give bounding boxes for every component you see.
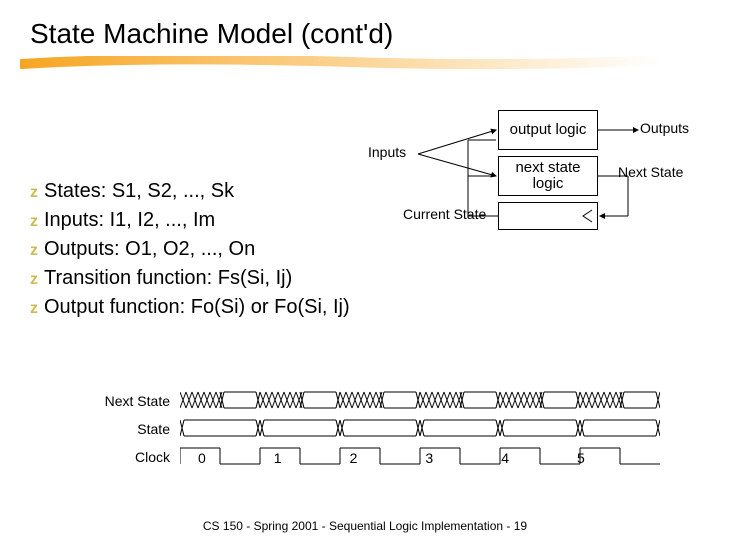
bullet-text: Transition function: Fs(Si, Ij) [44, 267, 292, 289]
bullet-icon: z [30, 242, 38, 259]
clock-ticks: 0 1 2 3 4 5 [198, 450, 585, 470]
list-item: z Inputs: I1, I2, ..., Im [30, 209, 350, 232]
outputs-label: Outputs [640, 120, 689, 136]
bullet-icon: z [30, 271, 38, 288]
tick: 3 [425, 450, 433, 470]
next-state-label: Next State [618, 164, 683, 180]
state-waveform [180, 418, 660, 440]
slide-title: State Machine Model (cont'd) [30, 18, 393, 50]
tick: 2 [350, 450, 358, 470]
next-state-waveform [180, 390, 660, 412]
bullet-icon: z [30, 213, 38, 230]
timing-label: Next State [60, 393, 180, 409]
slide-footer: CS 150 - Spring 2001 - Sequential Logic … [0, 519, 730, 533]
bullet-text: Output function: Fo(Si) or Fo(Si, Ij) [44, 296, 350, 318]
timing-label: State [60, 421, 180, 437]
next-state-logic-box: next state logic [498, 156, 598, 196]
state-register-box [498, 202, 598, 230]
timing-row-clock: Clock 0 1 2 3 4 5 [60, 446, 670, 468]
output-logic-label: output logic [499, 122, 597, 139]
tick: 4 [501, 450, 509, 470]
list-item: z Output function: Fo(Si) or Fo(Si, Ij) [30, 296, 350, 319]
list-item: z States: S1, S2, ..., Sk [30, 180, 350, 203]
clock-triangle-icon [581, 209, 593, 223]
timing-diagram: Next State State Clock 0 1 2 3 4 5 [60, 390, 670, 474]
block-diagram: output logic next state logic Inputs Out… [378, 110, 708, 250]
bullet-list: z States: S1, S2, ..., Sk z Inputs: I1, I2… [30, 180, 350, 325]
tick: 5 [577, 450, 585, 470]
output-logic-box: output logic [498, 110, 598, 150]
tick: 1 [274, 450, 282, 470]
timing-row-state: State [60, 418, 670, 440]
bullet-text: States: S1, S2, ..., Sk [44, 180, 234, 202]
tick: 0 [198, 450, 206, 470]
list-item: z Outputs: O1, O2, ..., On [30, 238, 350, 261]
title-underline [20, 56, 700, 76]
timing-label: Clock [60, 449, 180, 465]
current-state-label: Current State [403, 206, 486, 222]
bullet-icon: z [30, 300, 38, 317]
bullet-text: Outputs: O1, O2, ..., On [44, 238, 255, 260]
inputs-label: Inputs [368, 144, 406, 160]
timing-row-next-state: Next State [60, 390, 670, 412]
list-item: z Transition function: Fs(Si, Ij) [30, 267, 350, 290]
bullet-text: Inputs: I1, I2, ..., Im [44, 209, 215, 231]
next-state-logic-label: next state logic [499, 160, 597, 193]
bullet-icon: z [30, 184, 38, 201]
